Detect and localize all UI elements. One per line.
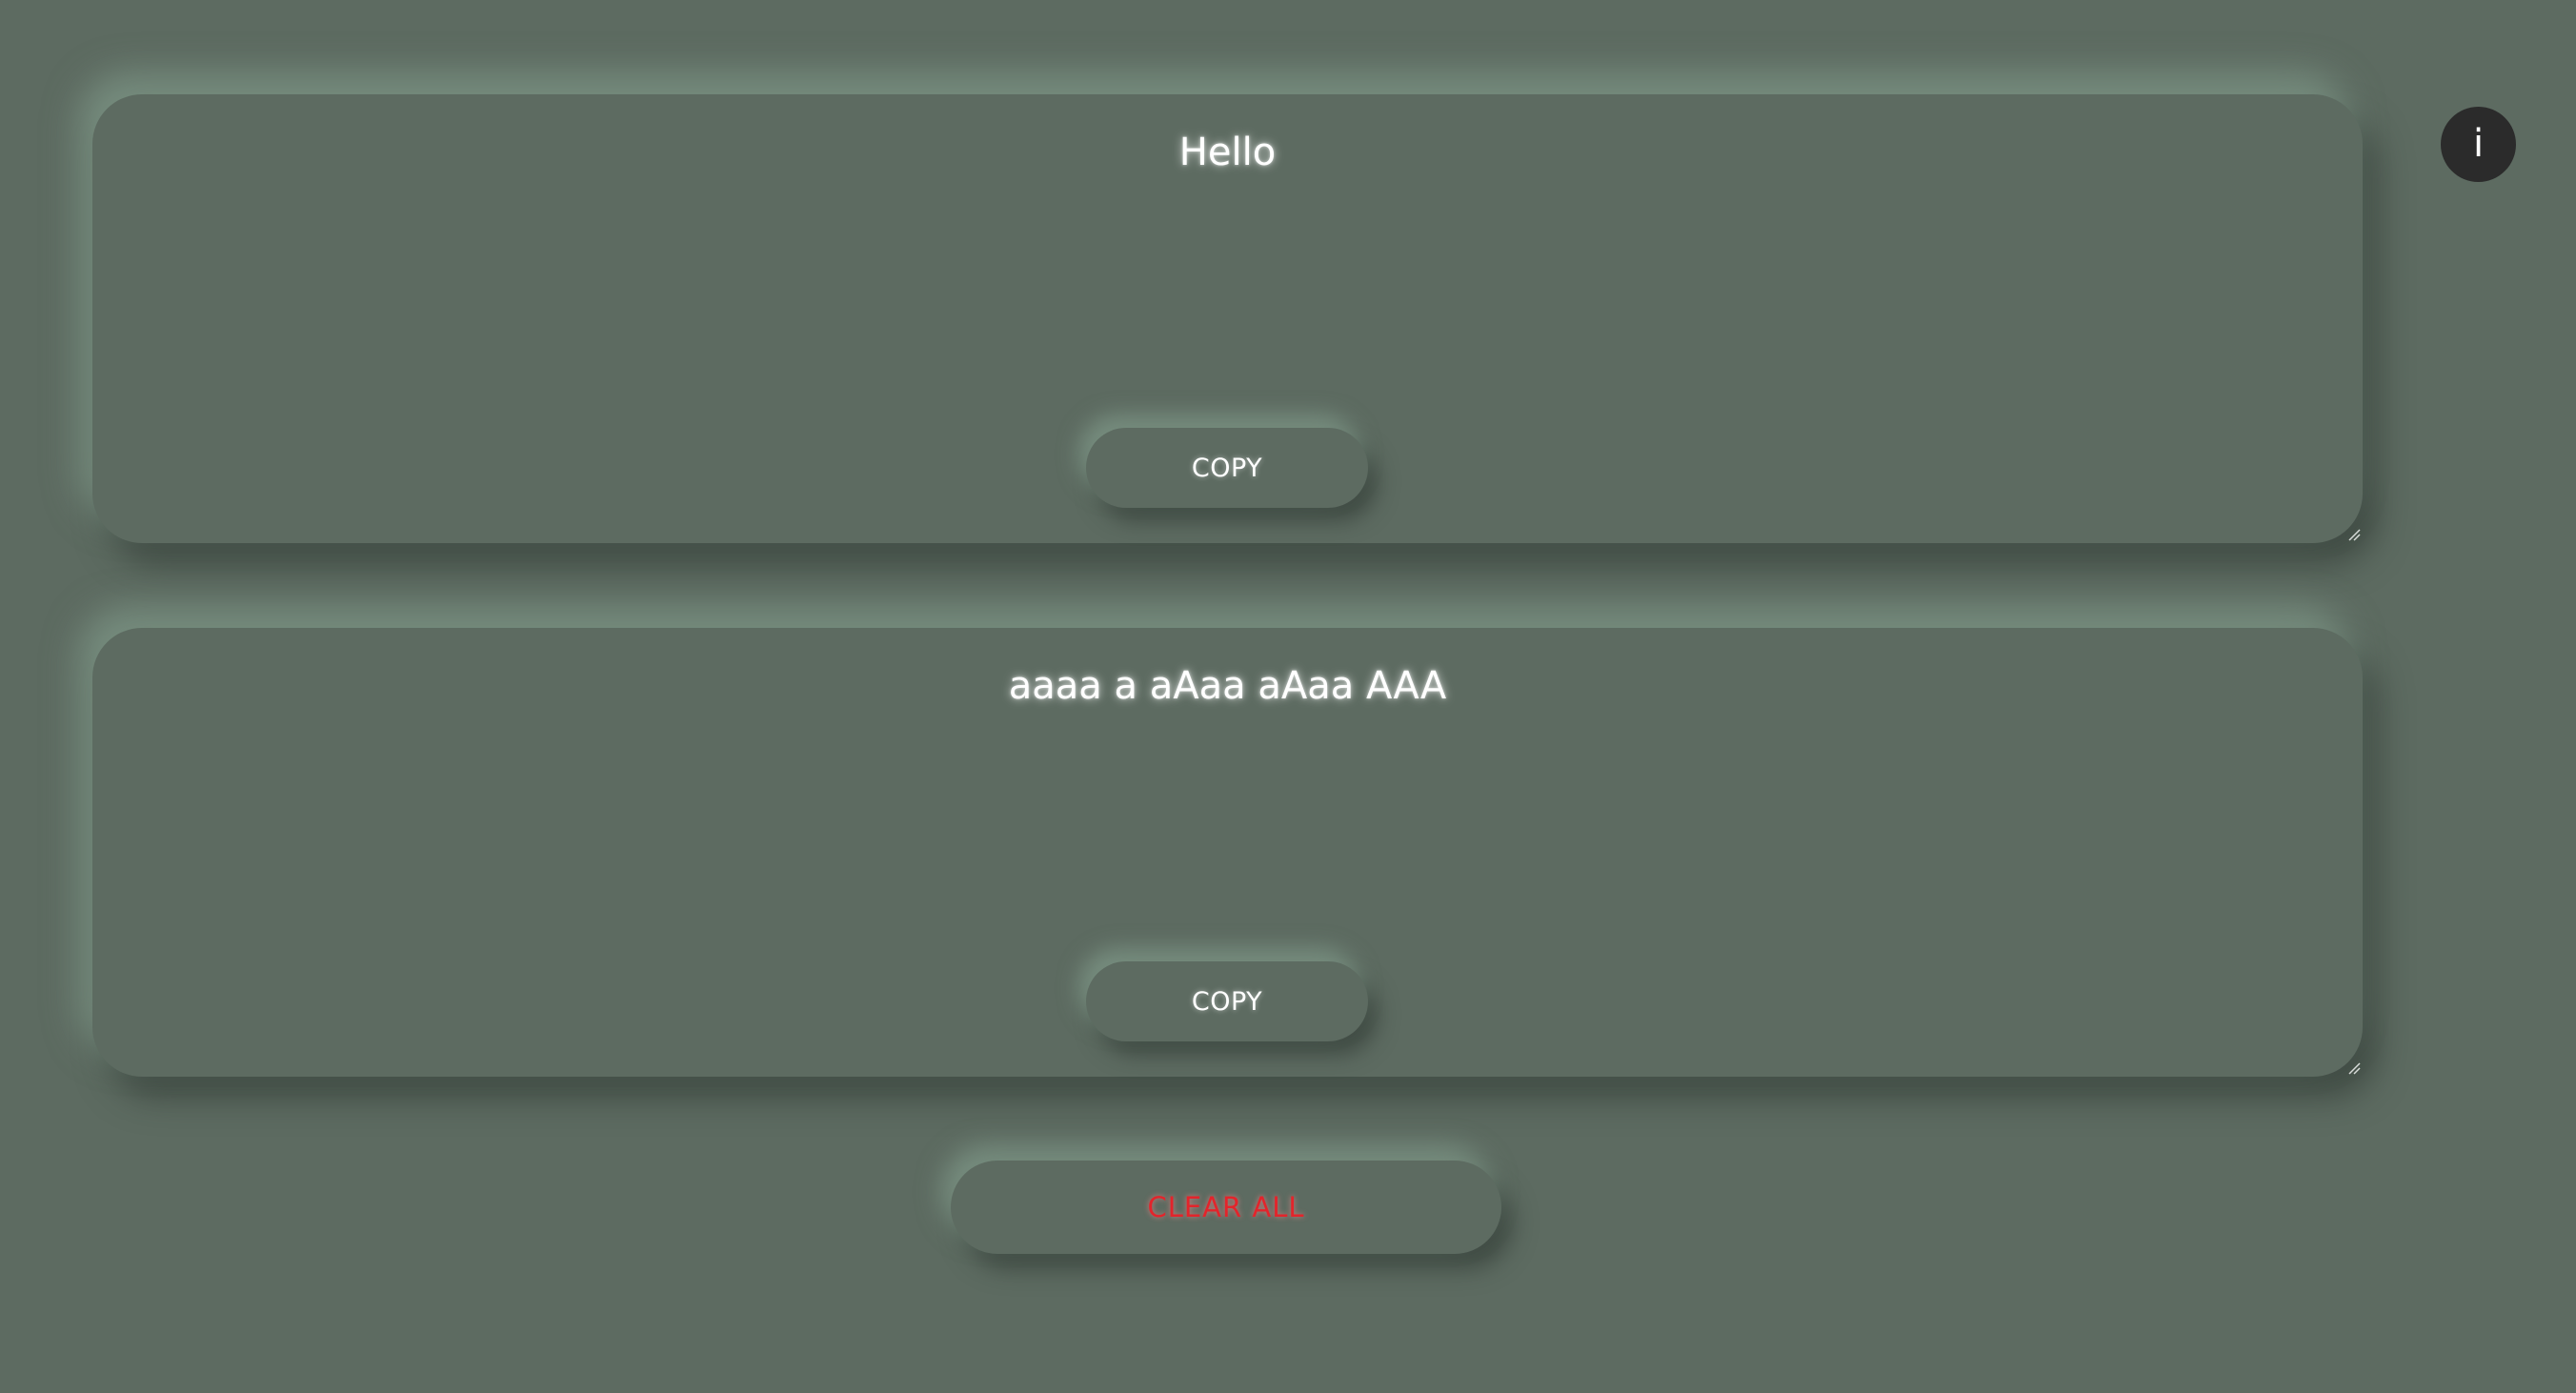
resize-handle-icon[interactable] — [2347, 1061, 2361, 1075]
output-textarea[interactable]: aaaa a aAaa aAaa AAA COPY — [92, 628, 2363, 1077]
clear-all-button[interactable]: CLEAR ALL — [951, 1161, 1501, 1254]
app-page: Hello COPY aaaa a aAaa aAaa AAA COPY CLE… — [0, 0, 2576, 1393]
copy-output-button[interactable]: COPY — [1086, 961, 1368, 1041]
input-text: Hello — [1178, 131, 1277, 174]
input-textarea[interactable]: Hello COPY — [92, 94, 2363, 543]
output-text: aaaa a aAaa aAaa AAA — [1008, 664, 1447, 708]
copy-input-button[interactable]: COPY — [1086, 428, 1368, 508]
info-icon[interactable]: i — [2441, 107, 2516, 182]
resize-handle-icon[interactable] — [2347, 528, 2361, 541]
